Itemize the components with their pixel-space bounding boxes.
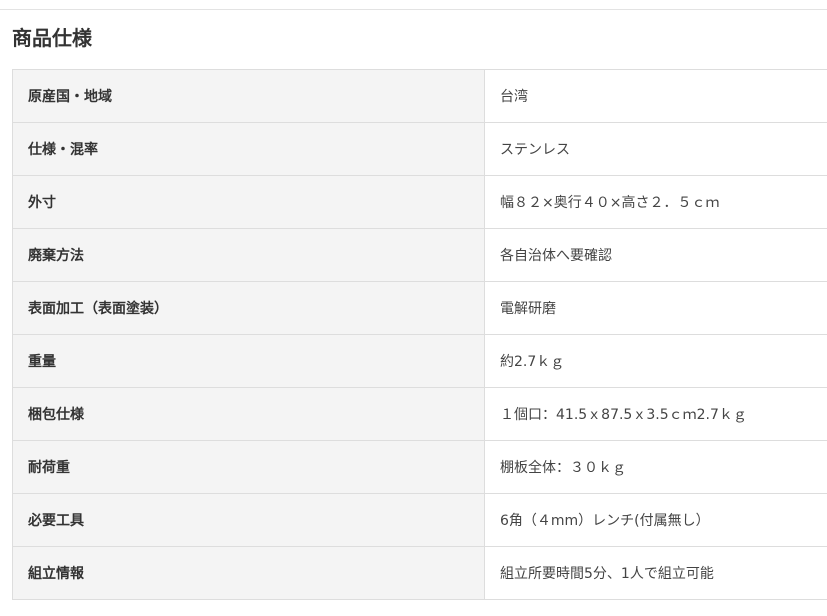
spec-label: 梱包仕様 — [12, 387, 485, 441]
spec-label: 外寸 — [12, 175, 485, 229]
spec-value: 約2.7ｋｇ — [484, 334, 827, 388]
table-row: 仕様・混率 ステンレス — [12, 122, 827, 176]
spec-table: 原産国・地域 台湾 仕様・混率 ステンレス 外寸 幅８２×奥行４０×高さ２．５ｃ… — [12, 69, 827, 600]
table-row: 外寸 幅８２×奥行４０×高さ２．５ｃｍ — [12, 175, 827, 229]
table-row: 耐荷重 棚板全体：３０ｋｇ — [12, 440, 827, 494]
spec-label: 重量 — [12, 334, 485, 388]
table-row: 表面加工（表面塗装） 電解研磨 — [12, 281, 827, 335]
spec-label: 必要工具 — [12, 493, 485, 547]
spec-label: 原産国・地域 — [12, 69, 485, 123]
spec-label: 耐荷重 — [12, 440, 485, 494]
table-row: 梱包仕様 １個口：41.5ｘ87.5ｘ3.5ｃｍ2.7ｋｇ — [12, 387, 827, 441]
spec-value: １個口：41.5ｘ87.5ｘ3.5ｃｍ2.7ｋｇ — [484, 387, 827, 441]
table-row: 原産国・地域 台湾 — [12, 69, 827, 123]
spec-label: 廃棄方法 — [12, 228, 485, 282]
spec-value: 各自治体へ要確認 — [484, 228, 827, 282]
spec-value: 幅８２×奥行４０×高さ２．５ｃｍ — [484, 175, 827, 229]
table-row: 重量 約2.7ｋｇ — [12, 334, 827, 388]
spec-value: 組立所要時間5分、1人で組立可能 — [484, 546, 827, 600]
table-row: 必要工具 6角（４mm）レンチ(付属無し） — [12, 493, 827, 547]
section-title: 商品仕様 — [12, 26, 92, 50]
spec-value: 棚板全体：３０ｋｇ — [484, 440, 827, 494]
spec-value: 台湾 — [484, 69, 827, 123]
product-spec-page: 商品仕様 原産国・地域 台湾 仕様・混率 ステンレス 外寸 幅８２×奥行４０×高… — [0, 0, 827, 616]
spec-value: 6角（４mm）レンチ(付属無し） — [484, 493, 827, 547]
spec-label: 仕様・混率 — [12, 122, 485, 176]
table-row: 廃棄方法 各自治体へ要確認 — [12, 228, 827, 282]
spec-label: 組立情報 — [12, 546, 485, 600]
spec-value: 電解研磨 — [484, 281, 827, 335]
top-divider — [0, 9, 827, 10]
spec-label: 表面加工（表面塗装） — [12, 281, 485, 335]
table-row: 組立情報 組立所要時間5分、1人で組立可能 — [12, 546, 827, 600]
spec-value: ステンレス — [484, 122, 827, 176]
